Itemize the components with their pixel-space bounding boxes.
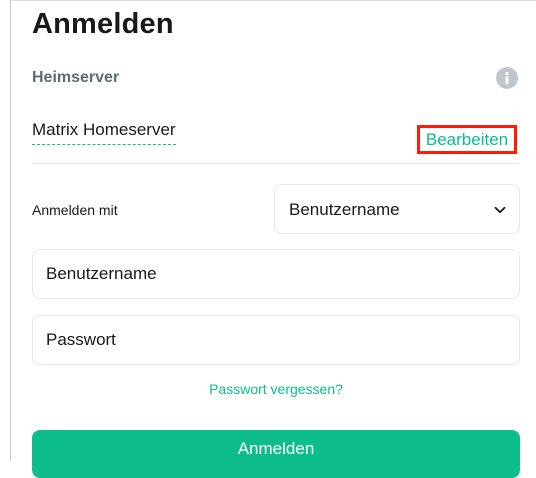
login-method-value: Benutzername bbox=[289, 200, 400, 219]
homeserver-name: Matrix Homeserver bbox=[32, 120, 176, 145]
page-title: Anmelden bbox=[32, 8, 174, 40]
dialog-top-border bbox=[10, 0, 536, 1]
info-icon[interactable] bbox=[496, 67, 518, 89]
username-input[interactable]: Benutzername bbox=[32, 249, 520, 299]
edit-homeserver-link[interactable]: Bearbeiten bbox=[417, 125, 517, 154]
login-method-select[interactable]: Benutzername bbox=[274, 184, 520, 234]
password-placeholder: Passwort bbox=[46, 330, 116, 349]
forgot-password-link[interactable]: Passwort vergessen? bbox=[0, 381, 536, 397]
sign-in-button[interactable]: Anmelden bbox=[32, 430, 520, 478]
password-input[interactable]: Passwort bbox=[32, 315, 520, 365]
homeserver-label: Heimserver bbox=[32, 69, 120, 86]
login-dialog: Anmelden Heimserver Matrix Homeserver Be… bbox=[0, 0, 536, 478]
chevron-down-icon bbox=[493, 203, 507, 217]
username-placeholder: Benutzername bbox=[46, 264, 157, 283]
divider bbox=[32, 163, 520, 164]
login-method-label: Anmelden mit bbox=[32, 202, 118, 218]
